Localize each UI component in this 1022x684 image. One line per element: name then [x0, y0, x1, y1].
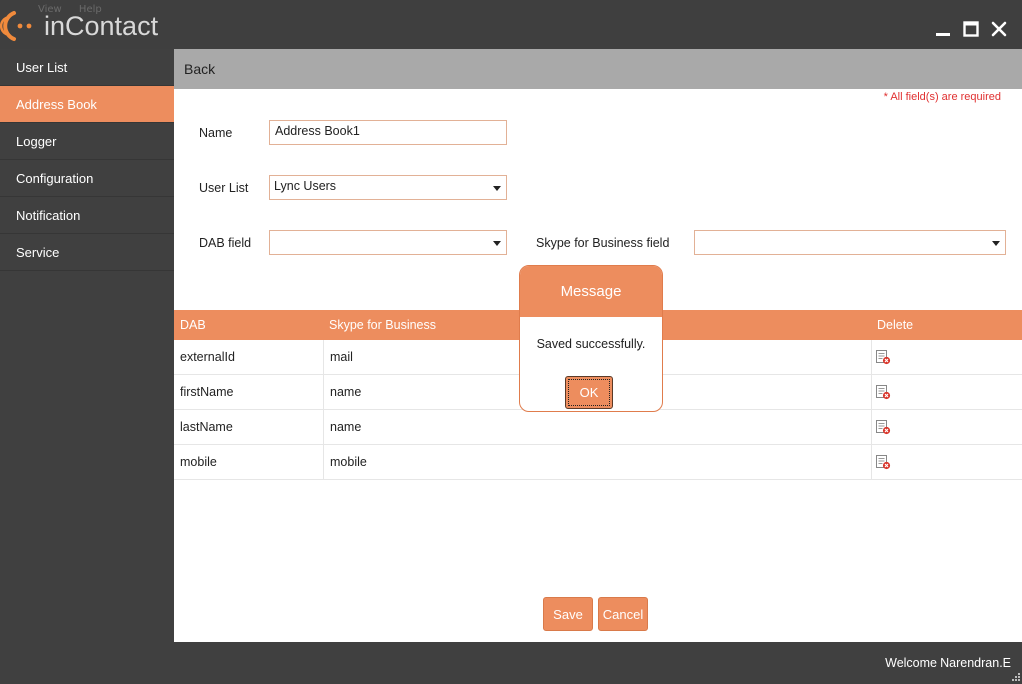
cell-skype: mail [330, 350, 353, 364]
message-dialog: Message Saved successfully. OK [519, 265, 663, 412]
delete-row-icon[interactable] [875, 349, 891, 365]
sidebar-item-service[interactable]: Service [0, 234, 174, 271]
sidebar: User List Address Book Logger Configurat… [0, 49, 174, 642]
required-note: * All field(s) are required [883, 91, 1001, 103]
sidebar-item-label: Address Book [16, 96, 97, 112]
dialog-title: Message [520, 266, 662, 317]
sidebar-item-address-book[interactable]: Address Book [0, 86, 174, 123]
column-header-skype: Skype for Business [329, 318, 436, 332]
sidebar-item-label: Service [16, 244, 60, 260]
cell-skype: name [330, 385, 362, 399]
cell-dab: lastName [180, 420, 233, 434]
sidebar-item-notification[interactable]: Notification [0, 197, 174, 234]
column-header-dab: DAB [180, 318, 206, 332]
resize-grip-icon[interactable] [1010, 672, 1020, 682]
name-label: Name [199, 126, 233, 140]
delete-row-icon[interactable] [875, 419, 891, 435]
sidebar-item-configuration[interactable]: Configuration [0, 160, 174, 197]
dropdown-arrow-icon [992, 241, 1000, 246]
status-bar: Welcome Narendran.E [0, 642, 1022, 684]
user-list-label: User List [199, 181, 249, 195]
sidebar-item-label: User List [16, 59, 68, 75]
logo-mark-icon [0, 8, 40, 44]
table-row: mobile mobile [174, 445, 1022, 480]
user-list-select-value: Lync Users [274, 179, 337, 193]
incontact-logo: inContact [0, 8, 158, 44]
skype-field-select[interactable] [694, 230, 1006, 255]
dropdown-arrow-icon [493, 241, 501, 246]
cell-skype: name [330, 420, 362, 434]
cell-dab: mobile [180, 455, 217, 469]
title-bar: View Help inContact [0, 0, 1022, 49]
sidebar-item-label: Logger [16, 133, 57, 149]
sidebar-item-label: Configuration [16, 170, 94, 186]
delete-row-icon[interactable] [875, 454, 891, 470]
cancel-button[interactable]: Cancel [598, 597, 648, 631]
name-input-value: Address Book1 [275, 124, 360, 138]
back-bar: Back [174, 49, 1022, 89]
dab-field-label: DAB field [199, 236, 252, 250]
back-button[interactable]: Back [184, 61, 215, 77]
save-button[interactable]: Save [543, 597, 593, 631]
delete-row-icon[interactable] [875, 384, 891, 400]
ok-button[interactable]: OK [565, 376, 613, 409]
cell-dab: firstName [180, 385, 234, 399]
skype-field-label: Skype for Business field [536, 236, 670, 250]
dialog-message: Saved successfully. [536, 337, 646, 351]
cell-dab: externalId [180, 350, 235, 364]
sidebar-item-logger[interactable]: Logger [0, 123, 174, 160]
sidebar-item-user-list[interactable]: User List [0, 49, 174, 86]
close-icon[interactable] [990, 20, 1008, 38]
table-row: lastName name [174, 410, 1022, 445]
sidebar-item-label: Notification [16, 207, 81, 223]
logo-text: inContact [44, 10, 159, 41]
dropdown-arrow-icon [493, 186, 501, 191]
welcome-label: Welcome [885, 656, 937, 670]
user-list-select[interactable]: Lync Users [269, 175, 507, 200]
window-controls [934, 20, 1008, 38]
minimize-icon[interactable] [934, 20, 952, 38]
maximize-icon[interactable] [962, 20, 980, 38]
column-header-delete: Delete [877, 318, 914, 332]
cell-skype: mobile [330, 455, 367, 469]
name-input[interactable]: Address Book1 [269, 120, 507, 145]
dab-field-select[interactable] [269, 230, 507, 255]
user-name: Narendran.E [940, 656, 1011, 670]
